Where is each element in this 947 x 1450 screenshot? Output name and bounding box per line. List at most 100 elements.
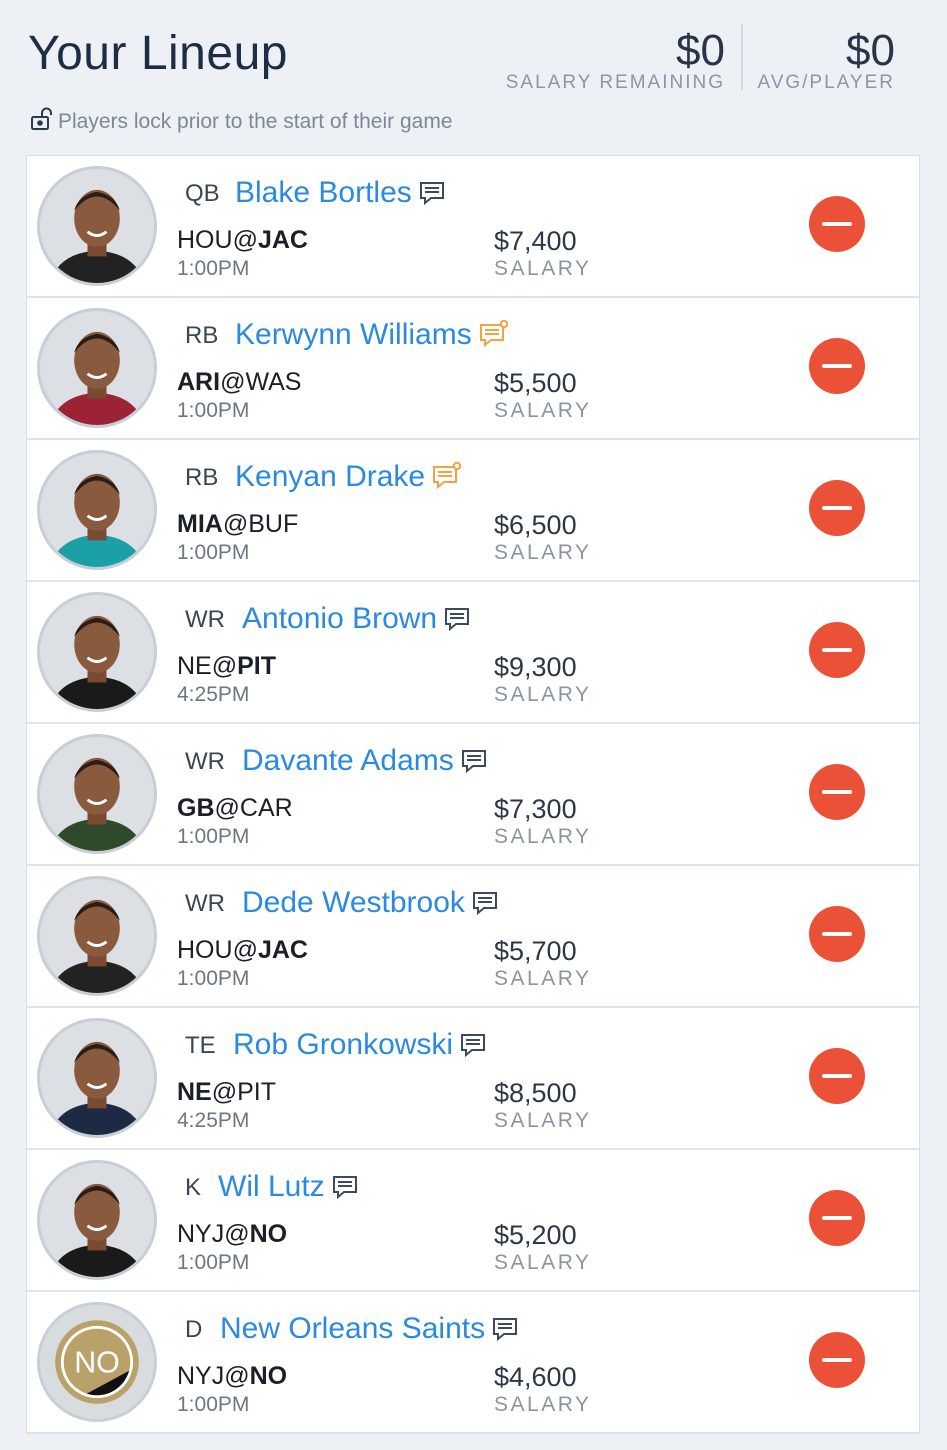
home-team: BUF [248, 510, 299, 538]
chat-icon[interactable] [418, 178, 448, 208]
player-position: K [185, 1174, 202, 1201]
salary-label: SALARY [494, 967, 592, 990]
player-headshot [37, 1160, 157, 1280]
remove-player-button[interactable] [809, 338, 865, 394]
player-row: RB Kerwynn Williams ARI@WAS 1:00PM $5,500 SAL… [27, 298, 919, 440]
player-salary: $7,400 [494, 226, 577, 256]
player-name-link[interactable]: Antonio Brown [242, 602, 473, 636]
chat-icon[interactable] [471, 888, 501, 918]
chat-alert-icon[interactable] [431, 461, 462, 492]
player-name-link[interactable]: Rob Gronkowski [233, 1028, 489, 1062]
at-separator: @ [211, 652, 238, 680]
stat-divider [741, 24, 743, 90]
home-team: JAC [257, 936, 308, 964]
lineup-list: QB Blake Bortles HOU@JAC 1:00PM $7,400 SALARY… [26, 155, 920, 1434]
home-team: JAC [257, 226, 308, 254]
game-time: 1:00PM [177, 967, 250, 990]
away-team: ARI [177, 368, 221, 396]
at-separator: @ [211, 1078, 238, 1106]
away-team: NE [177, 652, 212, 680]
remove-player-button[interactable] [809, 1048, 865, 1104]
game-time: 1:00PM [177, 1251, 250, 1274]
matchup: MIA@BUF [177, 510, 298, 539]
player-salary: $8,500 [494, 1078, 577, 1108]
salary-label: SALARY [494, 825, 592, 848]
player-row: WR Dede Westbrook HOU@JAC 1:00PM $5,700 SALAR… [27, 866, 919, 1008]
away-team: GB [177, 794, 215, 822]
player-name-link[interactable]: Wil Lutz [218, 1170, 361, 1204]
player-name: Dede Westbrook [242, 886, 465, 919]
remove-player-button[interactable] [809, 622, 865, 678]
player-position: TE [185, 1032, 216, 1059]
remove-player-button[interactable] [809, 196, 865, 252]
game-time: 4:25PM [177, 1109, 250, 1132]
away-team: NE [177, 1078, 212, 1106]
player-name: Antonio Brown [242, 602, 438, 635]
home-team: CAR [239, 794, 293, 822]
chat-icon[interactable] [459, 1030, 489, 1060]
chat-alert-icon[interactable] [478, 319, 508, 350]
at-separator: @ [214, 794, 240, 822]
player-name: Blake Bortles [235, 176, 412, 209]
chat-icon[interactable] [443, 604, 473, 634]
player-salary: $5,200 [494, 1220, 577, 1250]
home-team: NO [249, 1220, 288, 1248]
chat-icon[interactable] [491, 1314, 521, 1344]
player-position: WR [185, 890, 225, 917]
player-headshot [37, 166, 157, 286]
at-separator: @ [224, 1362, 250, 1390]
away-team: MIA [177, 510, 223, 538]
player-position: QB [185, 180, 220, 207]
player-name-link[interactable]: Davante Adams [242, 744, 490, 778]
remove-player-button[interactable] [809, 764, 865, 820]
player-row: RB Kenyan Drake MIA@BUF 1:00PM $6,500 SALARY [27, 440, 919, 582]
remove-player-button[interactable] [809, 1190, 865, 1246]
svg-text:NO: NO [74, 1345, 120, 1379]
player-salary: $7,300 [494, 794, 577, 824]
player-row: TE Rob Gronkowski NE@PIT 4:25PM $8,500 SALARY [27, 1008, 919, 1150]
salary-label: SALARY [494, 257, 592, 280]
matchup: NYJ@NO [177, 1362, 287, 1391]
chat-icon[interactable] [331, 1172, 361, 1202]
remove-player-button[interactable] [809, 1332, 865, 1388]
game-time: 1:00PM [177, 1393, 250, 1416]
away-team: NYJ [177, 1362, 225, 1390]
player-salary: $6,500 [494, 510, 577, 540]
player-name-link[interactable]: Blake Bortles [235, 176, 448, 210]
player-row: K Wil Lutz NYJ@NO 1:00PM $5,200 SALARY [27, 1150, 919, 1292]
salary-remaining-label: SALARY REMAINING [505, 72, 725, 93]
at-separator: @ [220, 368, 246, 396]
salary-label: SALARY [494, 541, 592, 564]
matchup: ARI@WAS [177, 368, 301, 397]
remove-player-button[interactable] [809, 906, 865, 962]
player-name-link[interactable]: Dede Westbrook [242, 886, 501, 920]
salary-remaining-value: $0 [676, 26, 725, 75]
player-position: RB [185, 322, 219, 349]
at-separator: @ [224, 1220, 250, 1248]
page-title: Your Lineup [28, 27, 288, 80]
player-position: D [185, 1316, 203, 1343]
player-headshot [37, 450, 157, 570]
salary-label: SALARY [494, 1251, 592, 1274]
player-headshot [37, 308, 157, 428]
player-position: RB [185, 464, 219, 491]
away-team: HOU [177, 936, 233, 964]
at-separator: @ [232, 226, 258, 254]
player-row: QB Blake Bortles HOU@JAC 1:00PM $7,400 SALARY [27, 156, 919, 298]
player-name-link[interactable]: Kerwynn Williams [235, 318, 508, 352]
game-time: 1:00PM [177, 257, 250, 280]
player-name: Rob Gronkowski [233, 1028, 454, 1061]
chat-icon[interactable] [460, 746, 490, 776]
player-headshot [37, 734, 157, 854]
salary-remaining-stat: $0 SALARY REMAINING [506, 28, 725, 94]
matchup: GB@CAR [177, 794, 293, 823]
away-team: NYJ [177, 1220, 225, 1248]
at-separator: @ [222, 510, 249, 538]
unlock-icon [30, 107, 52, 137]
player-name: Kenyan Drake [235, 460, 426, 493]
remove-player-button[interactable] [809, 480, 865, 536]
avg-player-label: AVG/PLAYER [757, 72, 895, 93]
home-team: WAS [245, 368, 302, 396]
player-name-link[interactable]: New Orleans Saints [220, 1312, 521, 1346]
player-name-link[interactable]: Kenyan Drake [235, 460, 462, 494]
